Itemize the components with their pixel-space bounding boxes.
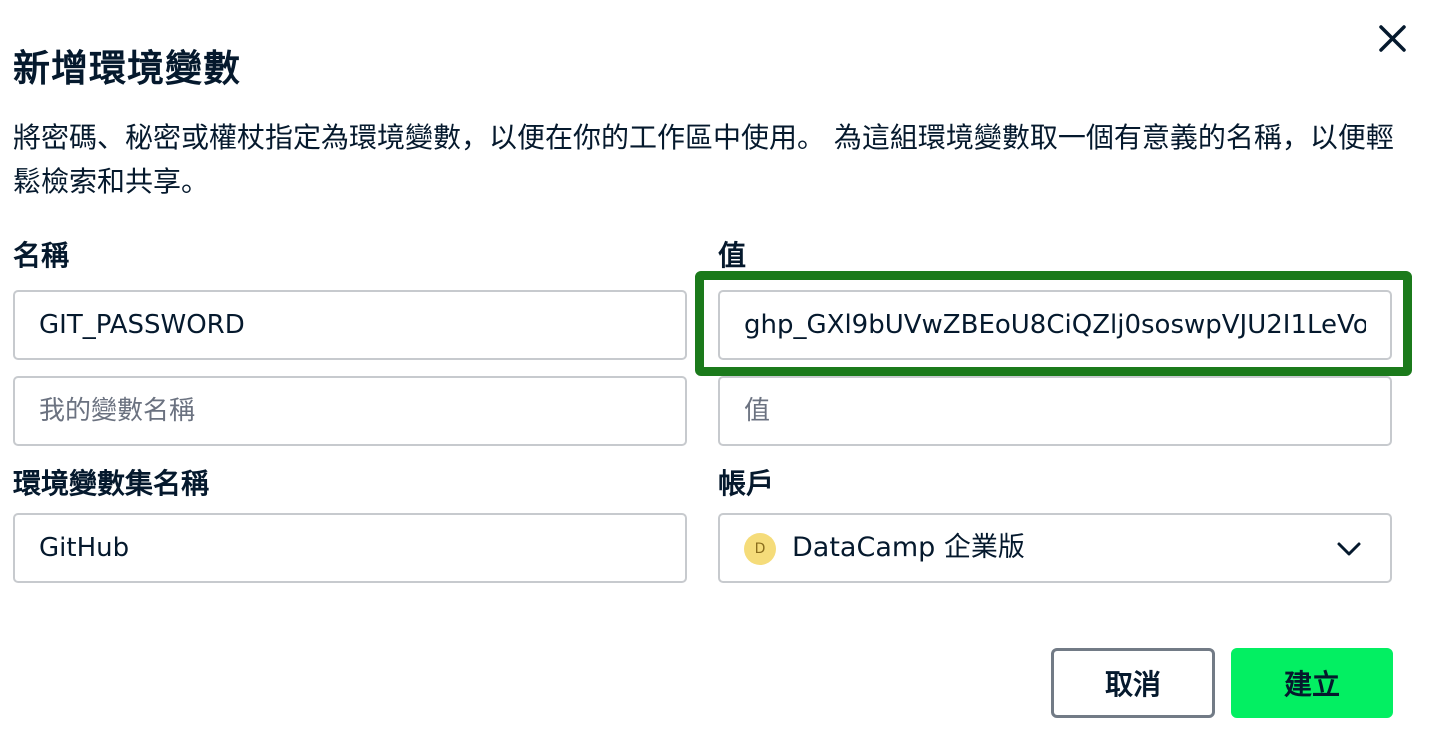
cancel-button[interactable]: 取消 (1051, 648, 1215, 718)
name-input-2[interactable] (13, 376, 687, 446)
value-input-2[interactable] (718, 376, 1392, 446)
set-name-label: 環境變數集名稱 (13, 467, 210, 500)
add-env-variable-dialog: 新增環境變數 將密碼、秘密或權杖指定為環境變數，以便在你的工作區中使用。 為這組… (0, 0, 1429, 736)
close-icon (1379, 25, 1406, 52)
name-input-1[interactable] (13, 290, 687, 360)
create-button[interactable]: 建立 (1231, 648, 1393, 718)
account-selected-value: DataCamp 企業版 (792, 532, 1025, 563)
chevron-down-icon (1336, 539, 1362, 563)
value-label: 值 (718, 239, 747, 272)
account-label: 帳戶 (718, 467, 775, 500)
value-input-1[interactable] (718, 290, 1392, 360)
account-select[interactable]: D DataCamp 企業版 (718, 513, 1392, 583)
dialog-description: 將密碼、秘密或權杖指定為環境變數，以便在你的工作區中使用。 為這組環境變數取一個… (13, 121, 1394, 198)
name-label: 名稱 (13, 239, 70, 272)
account-avatar: D (744, 533, 776, 565)
dialog-title: 新增環境變數 (13, 47, 241, 90)
close-button[interactable] (1366, 14, 1418, 66)
set-name-input[interactable] (13, 513, 687, 583)
